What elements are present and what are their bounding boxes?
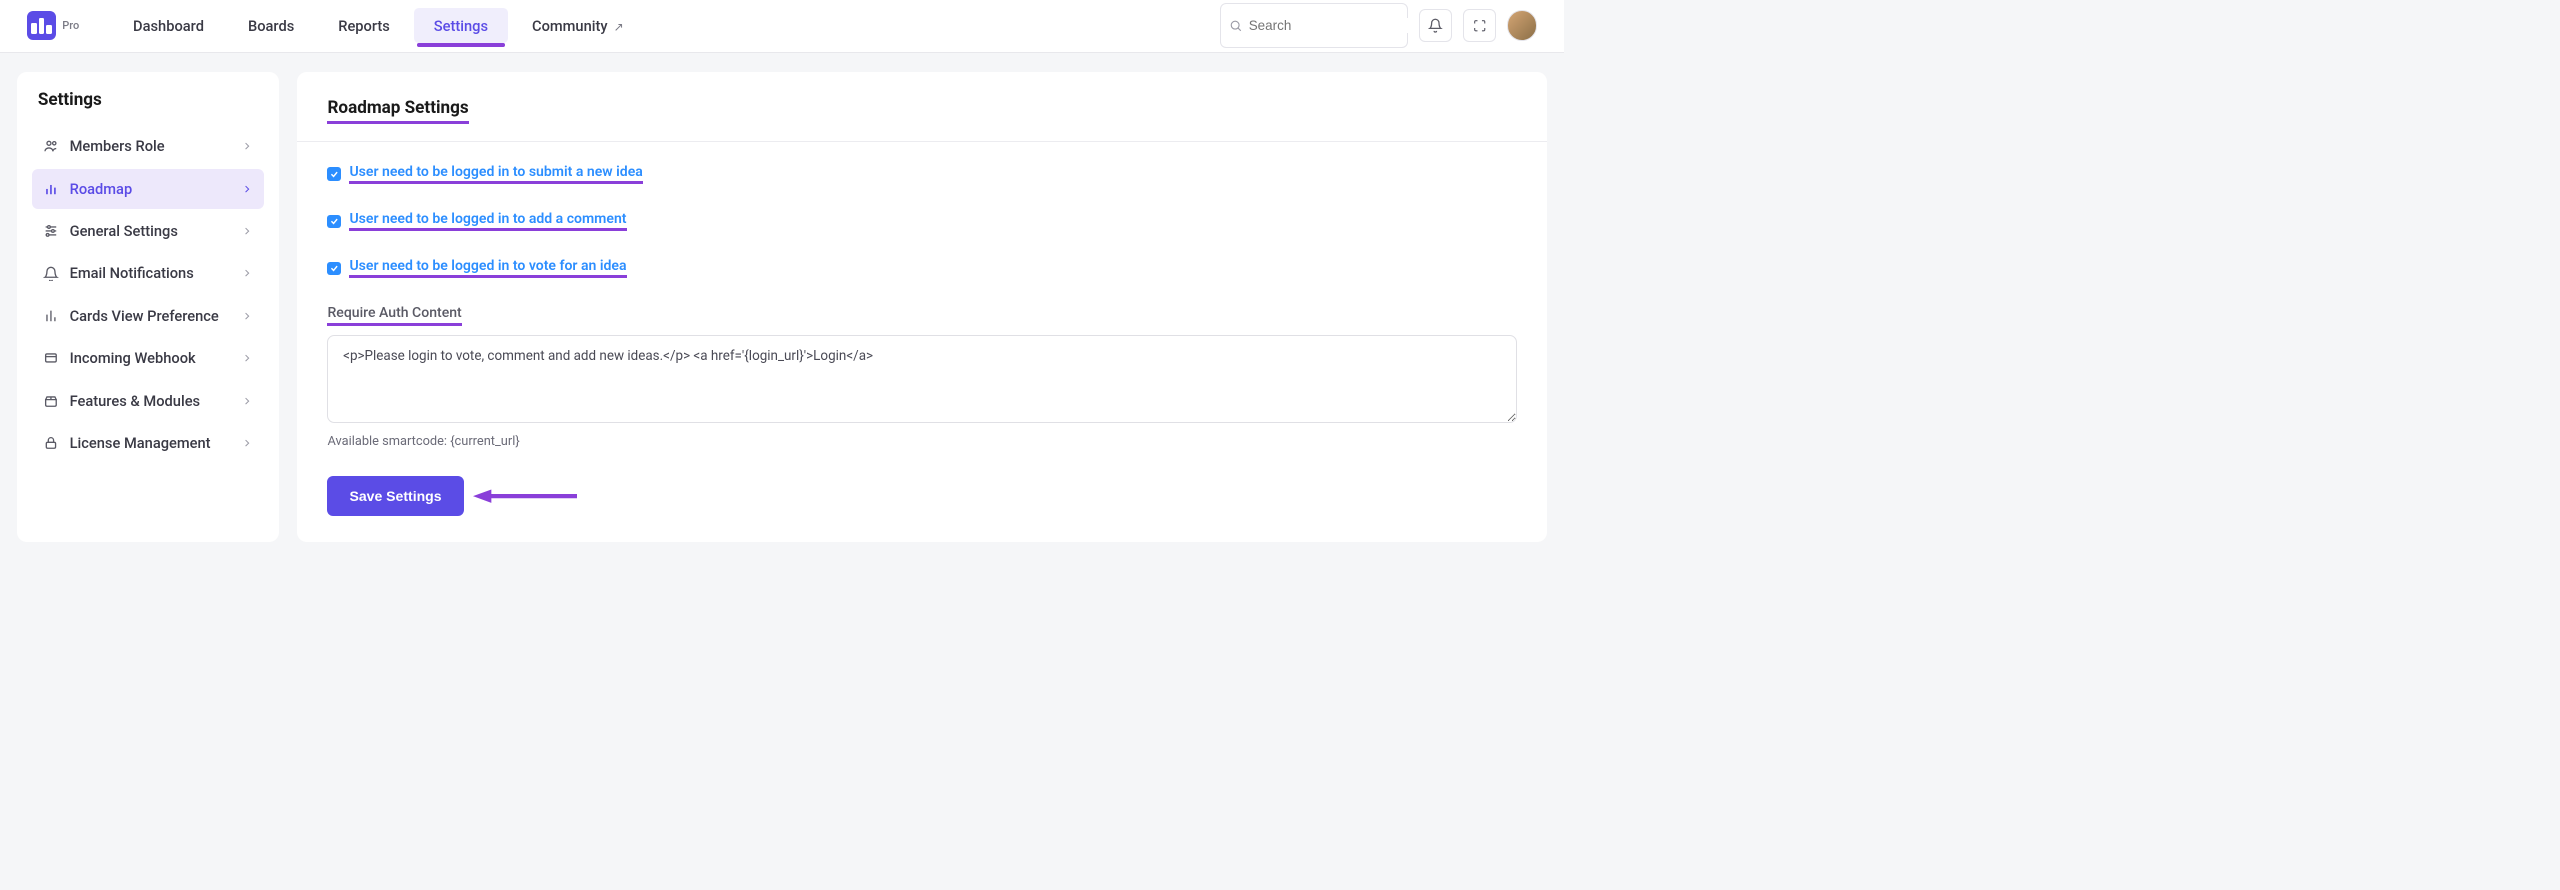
sidebar-item-label: Features & Modules [70,392,201,410]
bell-icon [43,266,59,282]
check-icon [330,170,339,179]
webhook-icon [43,350,59,366]
sidebar-title: Settings [32,90,264,110]
external-link-icon: ↗ [614,20,624,34]
nav-boards[interactable]: Boards [228,8,313,43]
sidebar-item-label: Email Notifications [70,264,194,282]
sidebar-item-roadmap[interactable]: Roadmap [32,169,264,209]
users-icon [43,138,59,154]
sidebar-item-features[interactable]: Features & Modules [32,381,264,421]
expand-icon [1473,19,1486,32]
main-nav: Dashboard Boards Reports Settings Commun… [114,8,644,43]
save-settings-button[interactable]: Save Settings [327,476,463,516]
save-row: Save Settings [327,476,1516,516]
sidebar-item-license[interactable]: License Management [32,423,264,463]
check-row-submit: User need to be logged in to submit a ne… [327,164,1516,184]
chevron-right-icon [241,437,253,449]
sidebar-item-email[interactable]: Email Notifications [32,254,264,294]
check-row-comment: User need to be logged in to add a comme… [327,211,1516,231]
checkbox-vote[interactable] [327,262,340,275]
sidebar-item-label: Roadmap [70,180,133,198]
check-label-submit[interactable]: User need to be logged in to submit a ne… [349,164,642,184]
annotation-arrow-icon [473,487,577,505]
sidebar-item-label: Members Role [70,137,165,155]
lock-icon [43,435,59,451]
page-title: Roadmap Settings [327,98,468,125]
sliders-icon [43,223,59,239]
auth-content-section: Require Auth Content Available smartcode… [327,305,1516,448]
checkbox-comment[interactable] [327,215,340,228]
sidebar-item-members[interactable]: Members Role [32,126,264,166]
nav-dashboard[interactable]: Dashboard [114,8,224,43]
sidebar-item-label: General Settings [70,222,178,240]
notifications-button[interactable] [1419,9,1452,42]
chevron-right-icon [241,310,253,322]
nav-settings[interactable]: Settings [414,8,507,43]
check-row-vote: User need to be logged in to vote for an… [327,258,1516,278]
content-panel: Roadmap Settings User need to be logged … [297,72,1547,542]
checkbox-submit[interactable] [327,167,340,180]
nav-community[interactable]: Community ↗ [512,8,643,43]
fullscreen-button[interactable] [1463,9,1496,42]
brand-tag: Pro [62,19,79,32]
brand[interactable]: Pro [27,11,79,40]
auth-content-label: Require Auth Content [327,305,461,325]
sidebar-item-label: Cards View Preference [70,307,219,325]
avatar[interactable] [1507,10,1538,41]
helper-text: Available smartcode: {current_url} [327,434,1516,449]
chart-icon [43,181,59,197]
sidebar-item-label: Incoming Webhook [70,349,196,367]
search-icon [1229,19,1242,32]
topbar: Pro Dashboard Boards Reports Settings Co… [0,0,1564,53]
auth-content-textarea[interactable] [327,335,1516,423]
chevron-right-icon [241,140,253,152]
chevron-right-icon [241,183,253,195]
sidebar-item-webhook[interactable]: Incoming Webhook [32,338,264,378]
bell-icon [1428,18,1443,33]
brand-logo-icon [27,11,56,40]
check-icon [330,217,339,226]
sidebar-item-label: License Management [70,434,211,452]
main: Settings Members Role Roadmap General Se… [0,53,1564,562]
check-label-vote[interactable]: User need to be logged in to vote for an… [349,258,626,278]
sidebar-item-cards[interactable]: Cards View Preference [32,296,264,336]
check-label-comment[interactable]: User need to be logged in to add a comme… [349,211,626,231]
chevron-right-icon [241,267,253,279]
chevron-right-icon [241,225,253,237]
topbar-right: ⌘ k [1220,3,1538,48]
nav-community-label: Community [532,17,608,35]
nav-reports[interactable]: Reports [319,8,410,43]
chevron-right-icon [241,395,253,407]
search-box[interactable]: ⌘ k [1220,3,1408,48]
check-icon [330,264,339,273]
search-input[interactable] [1249,18,1426,33]
chevron-right-icon [241,352,253,364]
sidebar-item-general[interactable]: General Settings [32,211,264,251]
divider [297,141,1547,142]
sidebar: Settings Members Role Roadmap General Se… [17,72,279,542]
package-icon [43,393,59,409]
bar-chart-icon [43,308,59,324]
